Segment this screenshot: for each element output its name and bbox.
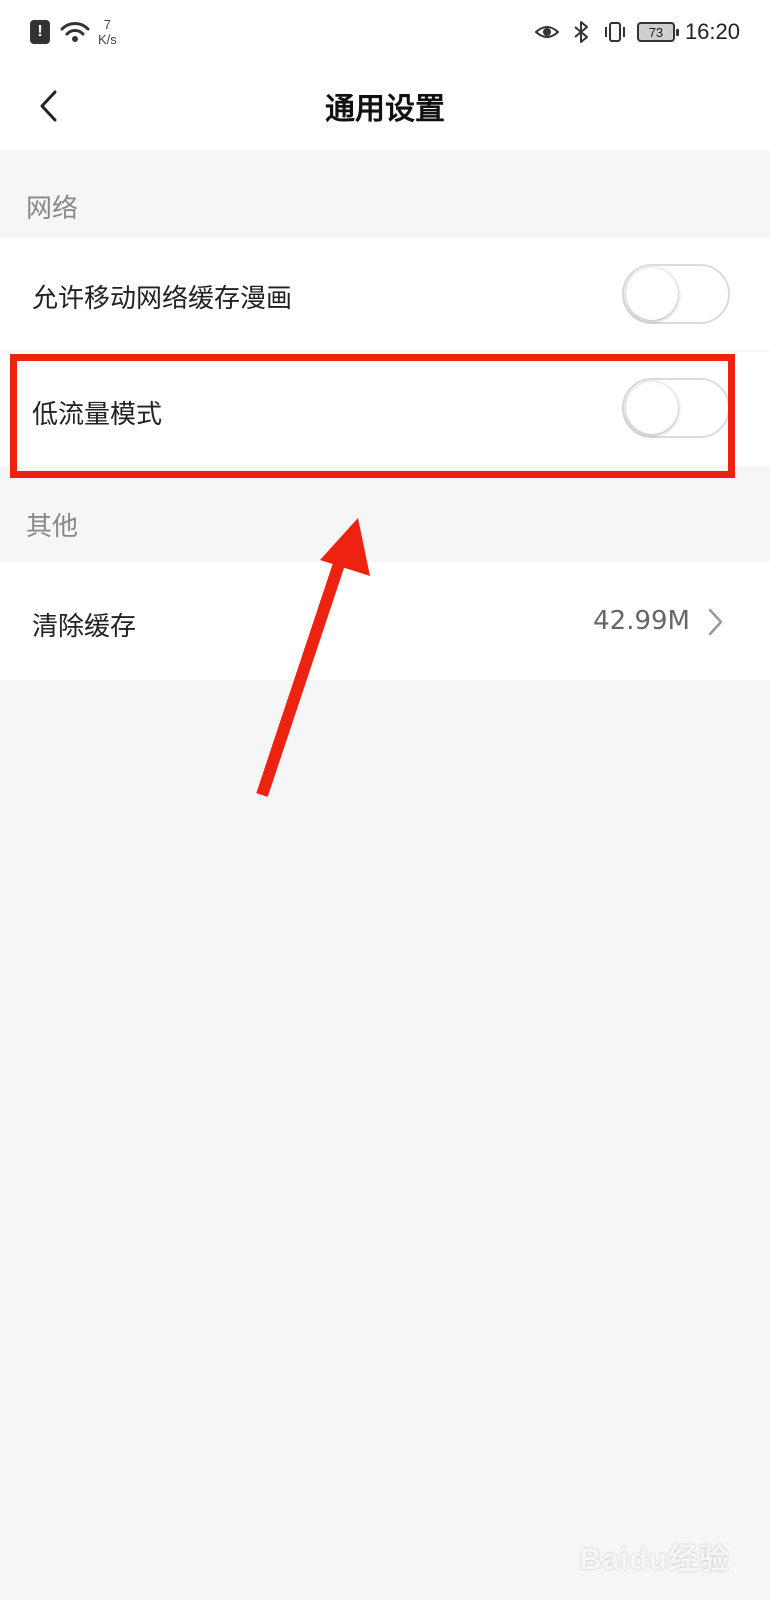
section-header-other: 其他 xyxy=(26,512,79,542)
battery-icon: 73 xyxy=(636,22,679,42)
setting-label-clear-cache: 清除缓存 xyxy=(32,612,137,642)
app-header: 通用设置 xyxy=(0,62,770,150)
toggle-knob xyxy=(626,268,678,320)
eye-icon xyxy=(534,26,559,38)
network-speed-unit: K/s xyxy=(98,32,117,47)
chevron-right-icon xyxy=(708,608,723,636)
status-bar-right: 73 16:20 xyxy=(534,12,740,52)
low-data-mode-toggle[interactable] xyxy=(622,378,730,438)
mobile-cache-toggle[interactable] xyxy=(622,264,730,324)
setting-row-clear-cache[interactable]: 清除缓存 42.99M xyxy=(0,562,770,680)
setting-row-low-data-mode: 低流量模式 xyxy=(0,352,770,466)
status-bar-left: ! 7 K/s xyxy=(30,12,117,52)
vibrate-icon xyxy=(604,22,625,42)
bluetooth-icon xyxy=(574,21,588,43)
setting-row-mobile-cache: 允许移动网络缓存漫画 xyxy=(0,238,770,350)
toggle-knob xyxy=(626,382,678,434)
setting-label-mobile-cache: 允许移动网络缓存漫画 xyxy=(32,284,293,314)
network-speed-value: 7 xyxy=(103,17,112,32)
setting-label-low-data-mode: 低流量模式 xyxy=(32,400,163,430)
wifi-icon xyxy=(60,22,90,42)
network-speed: 7 K/s xyxy=(98,17,117,47)
status-bar: ! 7 K/s 73 16:20 xyxy=(0,0,770,62)
clock: 16:20 xyxy=(684,19,740,44)
alert-icon: ! xyxy=(30,20,50,44)
section-header-network: 网络 xyxy=(26,194,79,224)
battery-level: 73 xyxy=(648,24,664,40)
watermark-logo: Baidu经验 xyxy=(579,1543,730,1576)
page-title: 通用设置 xyxy=(325,92,445,127)
cache-size-value: 42.99M xyxy=(593,606,690,636)
